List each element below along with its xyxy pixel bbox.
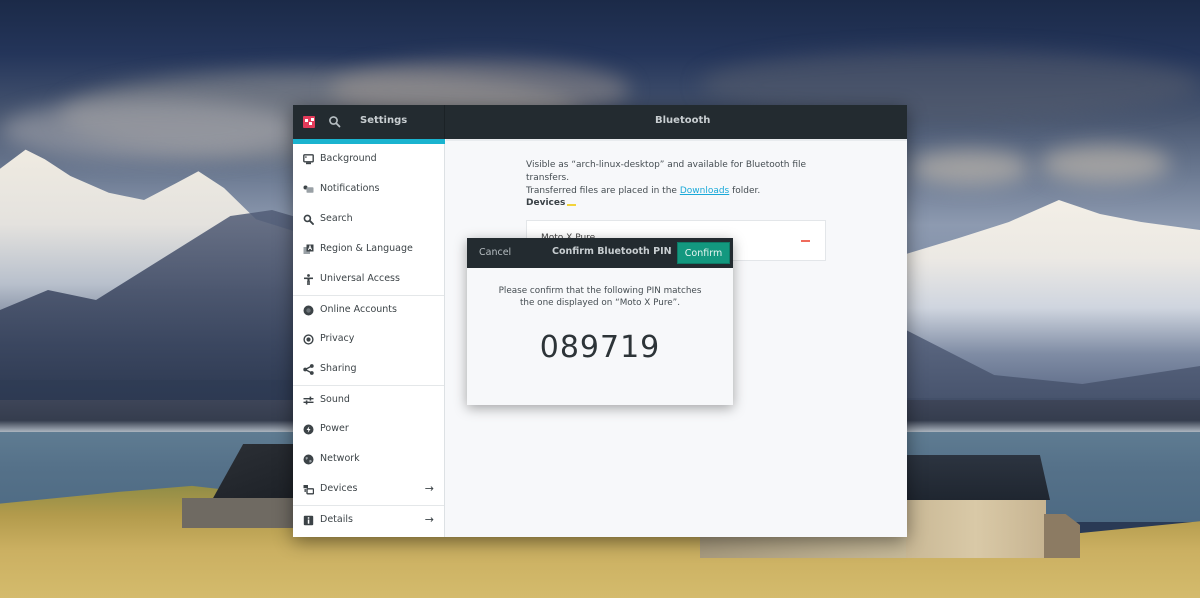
description-line-2: Transferred files are placed in the Down… [526, 185, 826, 198]
description-suffix: folder. [729, 186, 761, 196]
sidebar-item-online-accounts[interactable]: Online Accounts [293, 295, 444, 325]
cancel-button[interactable]: Cancel [479, 247, 511, 258]
header-bar-sidebar-section: Settings [293, 105, 445, 139]
panel-divider [446, 139, 907, 141]
sidebar-item-notifications[interactable]: Notifications [293, 175, 444, 205]
confirm-button[interactable]: Confirm [677, 242, 730, 264]
app-title: Settings [360, 115, 408, 126]
search-button[interactable] [327, 114, 343, 130]
sidebar-item-label: Privacy [320, 333, 355, 344]
monitor-icon [303, 154, 314, 165]
wallpaper-house [906, 455, 1050, 500]
network-icon [303, 454, 314, 465]
online-accounts-icon [303, 305, 314, 316]
sound-icon [303, 395, 314, 406]
wallpaper-house [182, 498, 294, 528]
sidebar-item-privacy[interactable]: Privacy [293, 325, 444, 355]
dialog-message: Please confirm that the following PIN ma… [467, 285, 733, 309]
search-icon [329, 116, 341, 128]
sidebar-item-label: Search [320, 213, 353, 224]
devices-icon [303, 484, 314, 495]
sidebar-item-devices[interactable]: Devices → [293, 475, 444, 505]
sidebar-list: Background Notifications Search Region &… [293, 145, 444, 535]
sidebar-item-universal-access[interactable]: Universal Access [293, 265, 444, 295]
sidebar-item-label: Background [320, 153, 377, 164]
sidebar-accent-bar [293, 139, 445, 144]
sidebar-item-background[interactable]: Background [293, 145, 444, 175]
sidebar-item-network[interactable]: Network [293, 445, 444, 475]
wallpaper-house [906, 500, 1046, 558]
bluetooth-visibility-description: Visible as “arch-linux-desktop” and avai… [526, 159, 826, 198]
wallpaper-cloud [0, 100, 300, 160]
arrow-right-icon: → [424, 513, 434, 526]
downloads-link[interactable]: Downloads [680, 186, 729, 196]
share-icon [303, 364, 314, 375]
wallpaper-cloud [910, 150, 1030, 185]
description-line-1: Visible as “arch-linux-desktop” and avai… [526, 160, 807, 183]
header-bar: Settings Bluetooth ✕ [293, 105, 907, 139]
sidebar-item-details[interactable]: Details → [293, 505, 444, 535]
confirm-pin-dialog: Cancel Confirm Bluetooth PIN Confirm Ple… [467, 238, 733, 405]
sidebar-item-label: Sharing [320, 363, 357, 374]
sidebar-item-sound[interactable]: Sound [293, 385, 444, 415]
sidebar-item-label: Notifications [320, 183, 380, 194]
sidebar-item-region-language[interactable]: Region & Language [293, 235, 444, 265]
notifications-icon [303, 184, 314, 195]
sidebar-item-label: Universal Access [320, 273, 400, 284]
sidebar: Background Notifications Search Region &… [293, 139, 445, 537]
sidebar-item-label: Details [320, 514, 353, 525]
dialog-title: Confirm Bluetooth PIN [552, 246, 672, 257]
sidebar-item-sharing[interactable]: Sharing [293, 355, 444, 385]
header-bar-panel-section: Bluetooth ✕ [445, 105, 907, 139]
pin-code: 089719 [539, 330, 661, 365]
accessibility-icon [303, 274, 314, 285]
dialog-header: Cancel Confirm Bluetooth PIN Confirm [467, 238, 733, 268]
sidebar-item-search[interactable]: Search [293, 205, 444, 235]
panel-title: Bluetooth [655, 115, 711, 126]
dialog-message-line-2: the one displayed on “Moto X Pure”. [519, 298, 681, 308]
info-icon [303, 515, 314, 526]
sidebar-item-label: Online Accounts [320, 304, 397, 315]
devices-heading: Devices [526, 198, 566, 208]
description-prefix: Transferred files are placed in the [526, 186, 680, 196]
privacy-icon [303, 334, 314, 345]
wallpaper-house [700, 536, 910, 558]
wallpaper-cloud [1040, 145, 1170, 183]
sidebar-item-label: Power [320, 423, 349, 434]
sidebar-item-power[interactable]: Power [293, 415, 444, 445]
sidebar-item-label: Region & Language [320, 243, 413, 254]
sidebar-item-label: Devices [320, 483, 358, 494]
device-status-indicator [801, 240, 810, 242]
searching-spinner-icon [567, 204, 576, 206]
settings-app-icon [303, 116, 315, 128]
search-icon [303, 214, 314, 225]
arrow-right-icon: → [424, 482, 434, 495]
region-language-icon [303, 244, 314, 255]
sidebar-item-label: Network [320, 453, 360, 464]
sidebar-item-label: Sound [320, 394, 350, 405]
power-icon [303, 424, 314, 435]
dialog-message-line-1: Please confirm that the following PIN ma… [498, 286, 702, 296]
